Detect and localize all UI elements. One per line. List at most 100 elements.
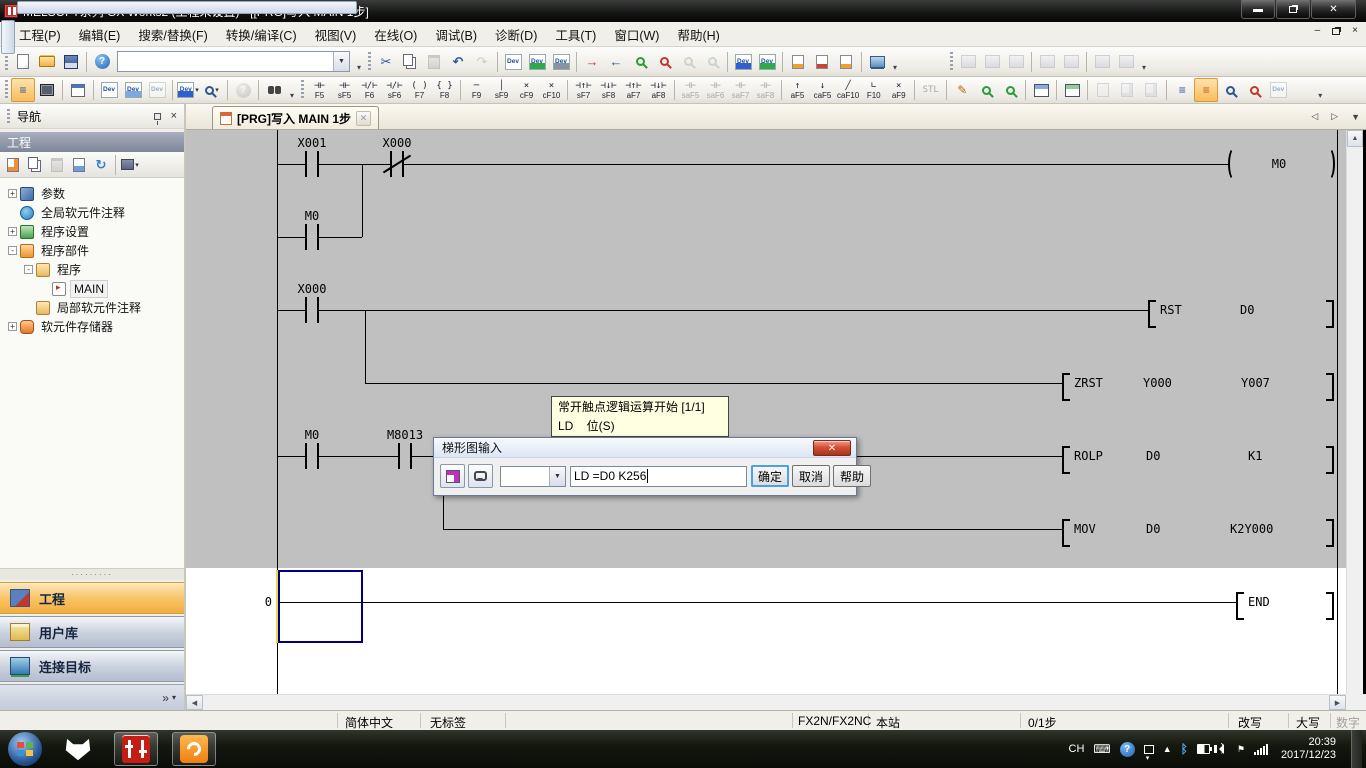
tree-expander-icon[interactable]: + [8, 322, 17, 331]
sort-filter-dropdown-icon[interactable]: ▾ [135, 161, 139, 169]
taskbar-gx-works2-icon[interactable] [114, 732, 158, 766]
device-test-button[interactable]: Dev [549, 50, 573, 74]
vertical-line-button[interactable]: │sF9 [489, 78, 514, 103]
instruction-ROLP-operand[interactable]: ROLP [1074, 447, 1103, 465]
open-contact-branch-button[interactable]: ⊣⊢sF5 [332, 78, 357, 103]
horizontal-scroll-thumb[interactable] [17, 1, 357, 14]
taskbar-clock[interactable]: 20:39 2017/12/23 [1281, 736, 1336, 762]
module-configuration-button[interactable] [35, 78, 59, 102]
paste-button[interactable] [422, 50, 446, 74]
confirm-button[interactable]: 确定 [751, 465, 789, 487]
ladder-cursor-selection[interactable] [278, 570, 363, 643]
view-button-connection-destination[interactable]: 连接目标 [0, 650, 184, 682]
toolbar-grip[interactable] [301, 80, 304, 100]
copy-button[interactable] [398, 50, 422, 74]
zoom-button[interactable] [1290, 78, 1314, 102]
stl-instruction-button[interactable]: STL [918, 78, 943, 103]
copy-data-button[interactable] [24, 154, 46, 176]
menu-diagnostics[interactable]: 诊断(D) [486, 22, 546, 47]
panel-close-icon[interactable]: × [171, 110, 177, 122]
ladder-editing-block[interactable] [186, 130, 1346, 568]
more-views-arrow-icon[interactable]: ▾ [172, 693, 176, 702]
menu-window[interactable]: 窗口(W) [605, 22, 668, 47]
comment-edit-button[interactable]: ✎ [950, 78, 974, 102]
program-find-1-button[interactable] [1115, 78, 1139, 102]
pulse-contact-3-button[interactable]: ⊣⊢saF7 [728, 78, 753, 103]
note-display-button[interactable] [1242, 78, 1266, 102]
tree-item-parameter[interactable]: +参数 [0, 184, 184, 203]
monitor-stop-button[interactable] [652, 50, 676, 74]
closed-contact-button[interactable]: ⊣/⊢F6 [357, 78, 382, 103]
menu-project[interactable]: 工程(P) [10, 22, 70, 47]
taskbar-uc-browser-icon[interactable] [172, 732, 216, 766]
show-desktop-button[interactable] [1351, 730, 1362, 768]
horizontal-scrollbar[interactable]: ◀ ▶ [186, 694, 1346, 710]
pulse-contact-1-button[interactable]: ⊣⊢saF5 [678, 78, 703, 103]
falling-pulse-branch-button[interactable]: ⊣↓⊢aF8 [646, 78, 671, 103]
tab-close-icon[interactable]: ✕ [356, 111, 371, 126]
delete-horizontal-line-button[interactable]: ×cF9 [514, 78, 539, 103]
toolbar-grip[interactable] [950, 52, 953, 72]
trace-graph-2-button[interactable] [1114, 50, 1138, 74]
trace-graph-1-button[interactable] [1090, 50, 1114, 74]
coil-M0[interactable]: M0 [1236, 155, 1322, 173]
instruction-RST-operand[interactable]: D0 [1240, 301, 1254, 319]
device-display-2-button[interactable]: Dev [1266, 78, 1290, 102]
instruction-END-operand[interactable]: END [1248, 593, 1270, 611]
program-list-button[interactable] [66, 78, 90, 102]
contact-M8013[interactable]: M8013 [387, 428, 423, 442]
device-batch-monitor-button[interactable]: Dev [731, 50, 755, 74]
vertical-scrollbar[interactable]: ▲ [1346, 130, 1363, 694]
minimize-button[interactable]: ▬ [1241, 0, 1275, 19]
refresh-button[interactable]: ↻ [90, 154, 112, 176]
tree-item-main[interactable]: MAIN [0, 279, 184, 298]
data-property-button[interactable] [68, 154, 90, 176]
vertical-scroll-thumb[interactable] [1, 20, 15, 54]
help-2-button[interactable]: ? [231, 78, 255, 102]
tree-item-local-device-comment[interactable]: 局部软元件注释 [0, 298, 184, 317]
monitor-condition-button[interactable] [865, 50, 889, 74]
toolbar-overflow-button[interactable]: ▾ [1138, 50, 1150, 74]
toolbar-grip[interactable] [368, 52, 371, 72]
pulse-contact-4-button[interactable]: ⊣⊢saF8 [753, 78, 778, 103]
comment-display-button[interactable]: ≡ [1170, 78, 1194, 102]
cancel-button[interactable]: 取消 [792, 465, 830, 487]
invert-falling-button[interactable]: ↓caF5 [810, 78, 835, 103]
tray-expand-icon[interactable]: ▲ [1163, 743, 1172, 755]
input-language-indicator[interactable]: CH [1069, 743, 1085, 755]
taskbar-foobar-icon[interactable] [56, 732, 100, 766]
sampling-trace-1-button[interactable] [1035, 50, 1059, 74]
undo-button[interactable]: ↶ [446, 50, 470, 74]
falling-pulse-button[interactable]: ⊣↓⊢sF8 [596, 78, 621, 103]
mdi-restore-button[interactable] [1332, 28, 1340, 35]
keyboard-icon[interactable]: ⌨ [1093, 743, 1110, 755]
contact-X000-nc[interactable]: X000 [383, 136, 412, 150]
contact-M0[interactable]: M0 [305, 428, 319, 442]
pulse-contact-2-button[interactable]: ⊣⊢saF6 [703, 78, 728, 103]
toolbar-overflow-button[interactable]: ▾ [1314, 78, 1326, 102]
instruction-MOV-operand[interactable]: K2Y000 [1230, 520, 1273, 538]
tree-expander-icon[interactable]: - [24, 265, 33, 274]
contact-M0[interactable]: M0 [305, 209, 319, 223]
coil-button[interactable]: ( )F7 [407, 78, 432, 103]
open-contact-button[interactable]: ⊣⊢F5 [307, 78, 332, 103]
instruction-RST-operand[interactable]: RST [1160, 301, 1182, 319]
combo-arrow-icon[interactable]: ▼ [549, 467, 565, 486]
tray-help-icon[interactable]: ? [1120, 742, 1135, 757]
tree-item-program-parts[interactable]: -程序部件 [0, 241, 184, 260]
symbol-combo[interactable]: ▼ [500, 466, 566, 487]
scroll-right-icon[interactable]: ▶ [1329, 695, 1346, 710]
remote-operation-button[interactable] [810, 50, 834, 74]
rising-pulse-branch-button[interactable]: ⊣↑⊢aF7 [621, 78, 646, 103]
cross-reference-button[interactable] [262, 78, 286, 102]
monitor-pause-button[interactable] [676, 50, 700, 74]
toolbar-grip[interactable] [5, 52, 8, 72]
volume-icon[interactable] [1219, 744, 1224, 754]
mdi-minimize-button[interactable]: – [1315, 26, 1321, 36]
verify-with-plc-button[interactable] [786, 50, 810, 74]
tree-expander-icon[interactable]: + [8, 227, 17, 236]
tree-item-global-device-comment[interactable]: 全局软元件注释 [0, 203, 184, 222]
statement-display-button[interactable] [1218, 78, 1242, 102]
instruction-ZRST-operand[interactable]: ZRST [1074, 374, 1103, 392]
tree-expander-icon[interactable]: + [8, 189, 17, 198]
